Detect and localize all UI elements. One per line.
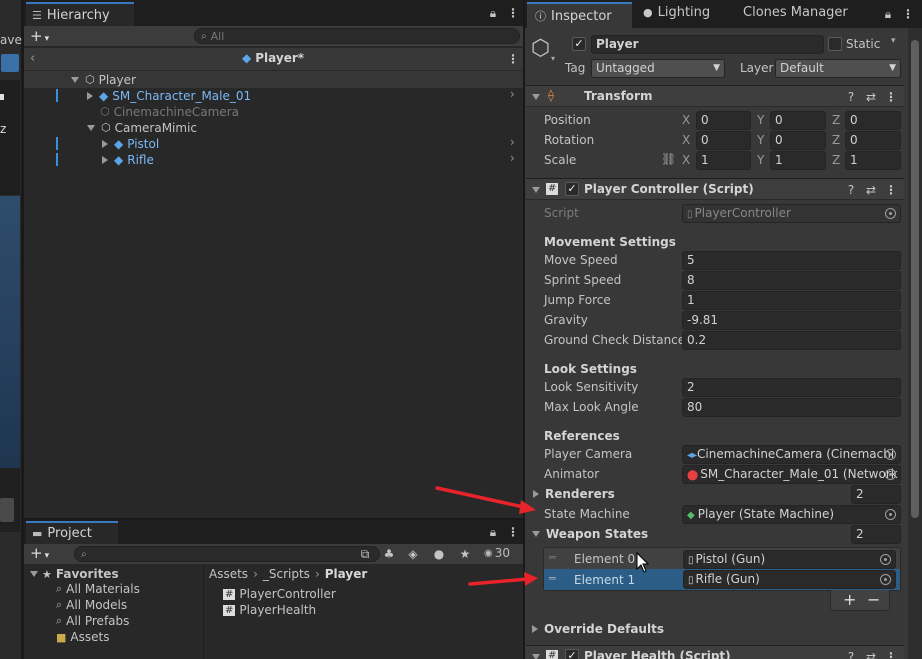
annotation-arrows <box>435 486 650 586</box>
arrow-to-state-machine <box>435 486 536 514</box>
mouse-cursor-icon <box>636 551 650 573</box>
arrow-to-element-1 <box>468 572 538 586</box>
